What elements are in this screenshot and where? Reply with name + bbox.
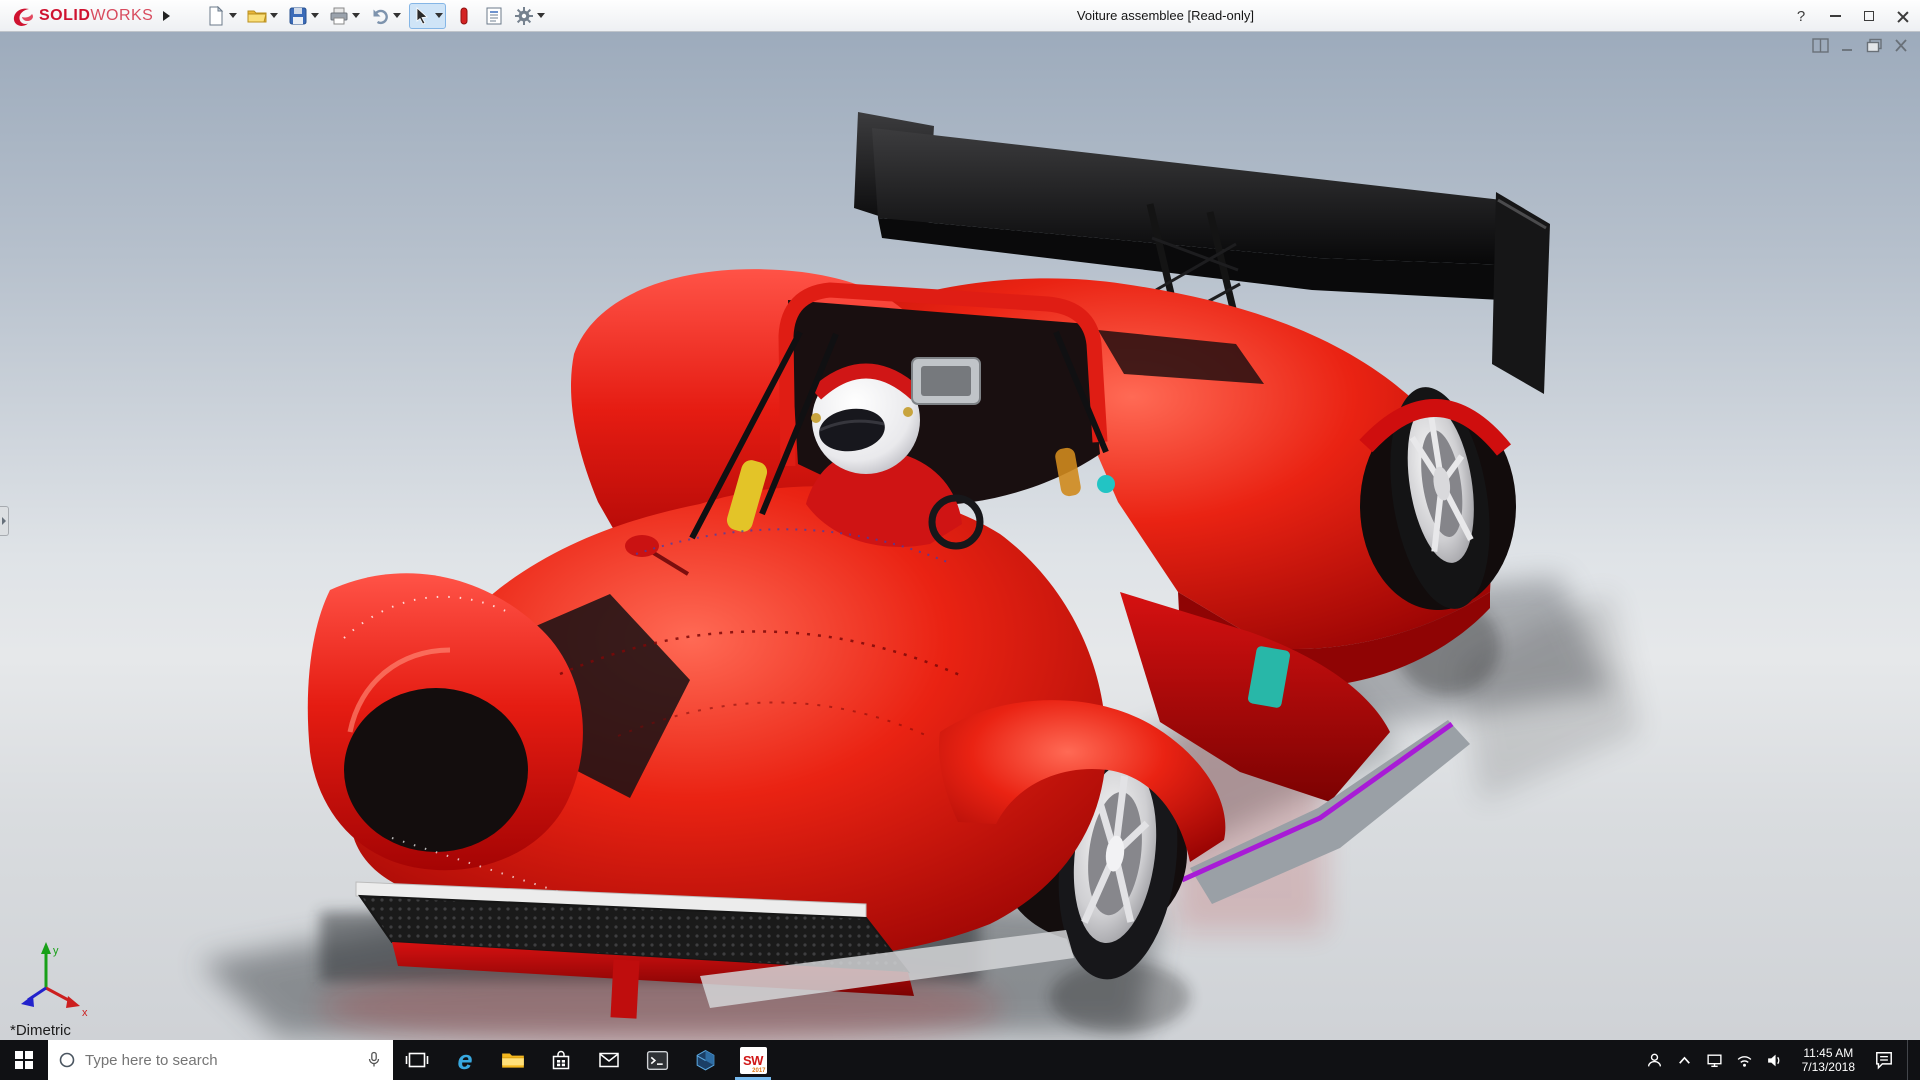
print-icon: [330, 7, 348, 24]
minimize-icon: [1829, 15, 1841, 17]
print-button[interactable]: [327, 3, 362, 29]
close-view-icon[interactable]: [1893, 38, 1910, 53]
dassault-systemes-logo-icon: [13, 8, 33, 26]
mail-envelope-icon: [599, 1052, 619, 1068]
menu-flyout-arrow-icon[interactable]: [163, 10, 171, 21]
network-icon[interactable]: [1706, 1052, 1723, 1069]
window-title: Voiture assemblee [Read-only]: [1076, 8, 1254, 23]
save-floppy-icon: [289, 7, 307, 24]
help-button[interactable]: ?: [1784, 0, 1818, 32]
new-document-icon: [209, 5, 224, 25]
windows-logo-icon: [15, 1051, 33, 1069]
expand-arrow-icon: [2, 516, 6, 525]
dropdown-caret-icon[interactable]: [270, 13, 279, 18]
task-view-icon: [405, 1052, 429, 1068]
maximize-icon: [1864, 11, 1874, 21]
dropdown-caret-icon[interactable]: [352, 13, 361, 18]
microsoft-edge-button[interactable]: e: [441, 1040, 489, 1080]
dropdown-caret-icon[interactable]: [229, 13, 238, 18]
close-icon: [1897, 10, 1909, 22]
mail-button[interactable]: [585, 1040, 633, 1080]
windows-taskbar: e SW 2017 11:4: [0, 1040, 1920, 1080]
window-controls: ?: [1784, 0, 1920, 32]
solidworks-2017-button[interactable]: SW 2017: [729, 1040, 777, 1080]
task-view-button[interactable]: [393, 1040, 441, 1080]
store-bag-icon: [552, 1050, 570, 1070]
solidworks-app-icon: SW 2017: [739, 1046, 767, 1074]
taskbar-search[interactable]: [48, 1040, 393, 1080]
splitter-center-post: [610, 959, 640, 1019]
x-axis-label: x: [82, 1007, 88, 1019]
options-button[interactable]: [512, 3, 547, 29]
open-button[interactable]: [245, 3, 280, 29]
dropdown-caret-icon[interactable]: [311, 13, 320, 18]
solidworks-icon-label: SW: [743, 1052, 763, 1068]
title-bar: SOLIDWORKS Voiture assemblee [Read-only]…: [0, 0, 1920, 32]
command-prompt-button[interactable]: [633, 1040, 681, 1080]
rebuild-button[interactable]: [452, 3, 476, 29]
rebuild-icon: [460, 7, 468, 24]
file-properties-button[interactable]: [482, 3, 506, 29]
dropdown-caret-icon[interactable]: [537, 13, 546, 18]
select-cursor-icon: [416, 6, 429, 25]
minimize-button[interactable]: [1818, 0, 1852, 32]
show-desktop-button[interactable]: [1907, 1040, 1914, 1080]
maximize-button[interactable]: [1852, 0, 1886, 32]
cockpit-teal-accent: [1097, 475, 1115, 493]
file-explorer-icon: [502, 1053, 524, 1068]
brand-name-light: WORKS: [90, 6, 154, 24]
clock-time: 11:45 AM: [1803, 1046, 1854, 1060]
solidworks-brand: SOLIDWORKS: [0, 4, 153, 28]
open-folder-icon: [247, 10, 267, 22]
viewport-window-controls: [1812, 38, 1910, 53]
new-document-button[interactable]: [204, 3, 239, 29]
taskbar-clock[interactable]: 11:45 AM 7/13/2018: [1796, 1046, 1861, 1074]
command-prompt-icon: [646, 1050, 668, 1070]
search-input[interactable]: [85, 1051, 356, 1069]
brand-name: SOLIDWORKS: [39, 7, 153, 25]
system-tray: 11:45 AM 7/13/2018: [1640, 1040, 1920, 1080]
cortana-circle-icon: [59, 1052, 75, 1068]
edge-icon: e: [457, 1044, 473, 1075]
solidworks-window: SOLIDWORKS Voiture assemblee [Read-only]…: [0, 0, 1920, 1080]
file-properties-icon: [486, 7, 502, 24]
clock-date: 7/13/2018: [1801, 1060, 1855, 1074]
split-pane-icon[interactable]: [1812, 38, 1829, 53]
dropdown-caret-icon[interactable]: [393, 13, 402, 18]
undo-button[interactable]: [368, 3, 403, 29]
save-button[interactable]: [286, 3, 321, 29]
action-center-icon[interactable]: [1874, 1050, 1894, 1070]
people-icon[interactable]: [1646, 1052, 1663, 1069]
y-axis-label: y: [53, 945, 59, 957]
brand-name-bold: SOLID: [39, 6, 91, 24]
start-button[interactable]: [0, 1040, 48, 1080]
solidworks-icon-year: 2017: [752, 1067, 766, 1074]
quick-toolbar: [204, 2, 547, 29]
close-button[interactable]: [1886, 0, 1920, 32]
microsoft-store-button[interactable]: [537, 1040, 585, 1080]
y-axis-arrow: [41, 942, 51, 954]
solidworks-composer-button[interactable]: [681, 1040, 729, 1080]
microphone-icon[interactable]: [365, 1051, 383, 1069]
wifi-icon[interactable]: [1736, 1052, 1753, 1069]
composer-cube-icon: [696, 1049, 714, 1070]
rear-view-mirror: [911, 357, 981, 405]
orientation-triad: y x: [21, 942, 88, 1019]
undo-arrow-icon: [373, 9, 389, 24]
feature-manager-collapse-tab[interactable]: [0, 505, 9, 536]
minimize-view-icon[interactable]: [1839, 38, 1856, 53]
options-gear-icon: [515, 6, 534, 25]
select-button[interactable]: [409, 2, 447, 29]
race-car-model[interactable]: [307, 112, 1550, 1019]
file-explorer-button[interactable]: [489, 1040, 537, 1080]
restore-view-icon[interactable]: [1866, 38, 1883, 53]
dropdown-caret-icon[interactable]: [435, 13, 444, 18]
model-canvas[interactable]: y x: [0, 32, 1920, 1040]
volume-icon[interactable]: [1766, 1052, 1783, 1069]
graphics-viewport[interactable]: y x *Dimetric: [0, 32, 1920, 1040]
x-axis-arrow: [66, 996, 80, 1008]
hidden-icons-chevron-icon[interactable]: [1676, 1052, 1693, 1069]
view-orientation-label: *Dimetric: [10, 1022, 71, 1039]
